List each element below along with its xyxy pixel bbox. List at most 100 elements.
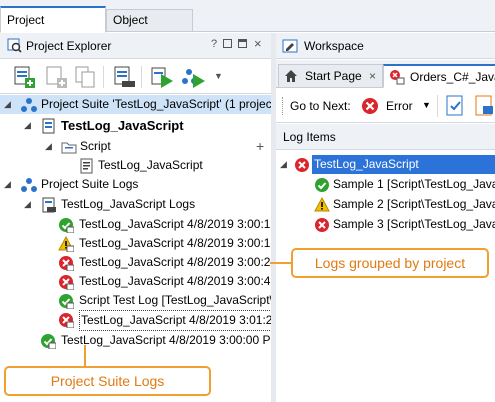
tree-item-label: TestLog_JavaScript: [98, 158, 203, 172]
expanded-arrow-icon[interactable]: ◢: [4, 95, 11, 114]
project-explorer-header: Project Explorer ? ×: [0, 33, 271, 59]
run-project-button[interactable]: [148, 63, 176, 91]
go-to-next-label: Go to Next:: [290, 99, 351, 113]
test-complete-window: Project Workspace Object Browser Project…: [0, 0, 495, 402]
log-label: TestLog_JavaScript 4/8/2019 3:00:12 P: [79, 217, 289, 231]
log-label: TestLog_JavaScript 4/8/2019 3:00:19 P: [79, 236, 289, 250]
project-logs-icon: [42, 197, 56, 213]
success-log-icon: [59, 218, 74, 233]
tree-item-label: TestLog_JavaScript Logs: [61, 197, 196, 211]
expanded-arrow-icon[interactable]: ◢: [280, 155, 287, 174]
success-icon: [315, 178, 329, 192]
top-tab-strip: Project Workspace Object Browser: [0, 0, 495, 52]
tree-item-project[interactable]: ◢ TestLog_JavaScript: [0, 116, 271, 135]
log-item[interactable]: TestLog_JavaScript 4/8/2019 3:00:12 P: [0, 215, 288, 234]
expanded-arrow-icon[interactable]: ◢: [24, 195, 31, 214]
log-item[interactable]: Sample 2 [Script\TestLog_Java...: [276, 195, 495, 214]
toolbar-separator: [437, 95, 438, 117]
project-suite-icon: [21, 98, 37, 112]
chevron-down-icon[interactable]: ▼: [214, 71, 223, 81]
tree-item-script-folder[interactable]: ◢ Script +: [0, 137, 271, 156]
tab-project-workspace[interactable]: Project Workspace: [0, 6, 106, 52]
project-explorer-icon: [7, 38, 22, 53]
log-label: TestLog_JavaScript 4/8/2019 3:00:45 P: [79, 274, 289, 288]
callout-logs-grouped: Logs grouped by project: [291, 248, 489, 278]
log-items-title: Log Items: [283, 130, 336, 144]
tab-start-page[interactable]: Start Page ×: [278, 64, 383, 88]
expanded-arrow-icon[interactable]: ◢: [4, 175, 11, 194]
warning-icon: [314, 197, 330, 212]
tab-label: Orders_C#_Java: [410, 70, 495, 84]
tab-object-browser[interactable]: Object Browser: [106, 9, 193, 48]
tree-item-label: TestLog_JavaScript: [61, 118, 184, 133]
copy-button[interactable]: [72, 63, 100, 91]
log-item[interactable]: TestLog_JavaScript 4/8/2019 3:00:45 P: [0, 272, 288, 291]
error-log-icon: [59, 313, 74, 328]
expanded-arrow-icon[interactable]: ◢: [24, 116, 31, 135]
maximize-button[interactable]: [238, 39, 247, 48]
tree-item-suite[interactable]: ◢ Project Suite 'TestLog_JavaScript' (1 …: [0, 95, 279, 114]
tree-item-label: Script: [80, 139, 111, 153]
add-file-icon: [46, 66, 67, 88]
chevron-down-icon[interactable]: ▼: [422, 100, 431, 110]
success-log-icon: [59, 294, 74, 309]
toolbar-separator: [103, 66, 104, 88]
log-item-root[interactable]: ◢ TestLog_JavaScript: [276, 155, 495, 174]
tree-item-label: Project Suite Logs: [41, 177, 139, 191]
tab-orders[interactable]: Orders_C#_Java: [383, 64, 495, 88]
log-label: TestLog_JavaScript 4/8/2019 3:01:21 P: [79, 310, 293, 331]
log-item[interactable]: TestLog_JavaScript 4/8/2019 3:01:21 P: [0, 310, 293, 331]
export-icon[interactable]: [473, 94, 495, 118]
copy-icon: [75, 66, 95, 88]
add-new-item-button[interactable]: [10, 63, 38, 91]
log-label: Script Test Log [TestLog_JavaScript\Te: [79, 293, 286, 307]
error-icon: [295, 158, 309, 172]
log-item[interactable]: Script Test Log [TestLog_JavaScript\Te: [0, 291, 286, 310]
home-icon: [285, 70, 297, 82]
help-button[interactable]: ?: [211, 38, 217, 50]
float-button[interactable]: [223, 39, 232, 48]
workspace-panel: Workspace Start Page × Orders_C#_Java Go…: [276, 33, 495, 402]
expanded-arrow-icon[interactable]: ◢: [45, 137, 52, 156]
add-project-icon: [14, 66, 35, 88]
callout-leader-line: [270, 262, 292, 264]
open-log-button[interactable]: [110, 63, 138, 91]
checkpoint-icon[interactable]: [444, 94, 468, 118]
run-project-icon: [151, 67, 173, 88]
log-item[interactable]: Sample 1 [Script\TestLog_Java...: [276, 175, 495, 194]
script-folder-icon: [61, 142, 77, 154]
close-panel-button[interactable]: ×: [254, 36, 262, 51]
workspace-header: Workspace: [276, 33, 495, 59]
callout-leader-line: [84, 345, 86, 367]
log-label: TestLog_JavaScript 4/8/2019 3:00:29 P: [79, 255, 289, 269]
log-item[interactable]: TestLog_JavaScript 4/8/2019 3:00:19 P: [0, 234, 288, 253]
log-item[interactable]: TestLog_JavaScript 4/8/2019 3:00:29 P: [0, 253, 288, 272]
workspace-title: Workspace: [304, 39, 364, 53]
close-icon[interactable]: ×: [369, 65, 376, 87]
project-icon: [42, 118, 55, 134]
add-existing-item-button[interactable]: [42, 63, 70, 91]
run-suite-icon: [182, 69, 205, 88]
log-navigation-bar: Go to Next: Error ▼: [276, 89, 495, 123]
tree-item-script-unit[interactable]: TestLog_JavaScript: [0, 156, 271, 175]
workspace-tab-strip: Start Page × Orders_C#_Java: [276, 60, 495, 88]
tab-label: Start Page: [305, 69, 362, 83]
run-suite-button[interactable]: [180, 63, 208, 91]
tree-item-suite-logs[interactable]: ◢ Project Suite Logs: [0, 175, 271, 194]
tree-item-project-logs[interactable]: ◢ TestLog_JavaScript Logs: [0, 195, 271, 214]
log-item-label: Sample 3 [Script\TestLog_Java...: [333, 217, 495, 231]
log-items-header: Log Items: [276, 124, 495, 150]
project-explorer-panel: Project Explorer ? × ▼ ◢ Project Suite '…: [0, 33, 293, 402]
filter-dropdown-value[interactable]: Error: [386, 99, 413, 113]
log-item-label: Sample 2 [Script\TestLog_Java...: [333, 197, 495, 211]
log-label: TestLog_JavaScript 4/8/2019 3:00:00 PM: [61, 333, 281, 347]
log-item[interactable]: Sample 3 [Script\TestLog_Java...: [276, 215, 495, 234]
workspace-icon: [282, 39, 298, 53]
error-icon: [362, 98, 378, 114]
add-icon[interactable]: +: [256, 137, 264, 156]
log-item-label: Sample 1 [Script\TestLog_Java...: [333, 177, 495, 191]
suite-log-item[interactable]: TestLog_JavaScript 4/8/2019 3:00:00 PM: [0, 331, 280, 350]
log-item-label: TestLog_JavaScript: [312, 155, 495, 174]
project-explorer-toolbar: ▼: [0, 60, 271, 94]
script-unit-icon: [80, 158, 93, 174]
